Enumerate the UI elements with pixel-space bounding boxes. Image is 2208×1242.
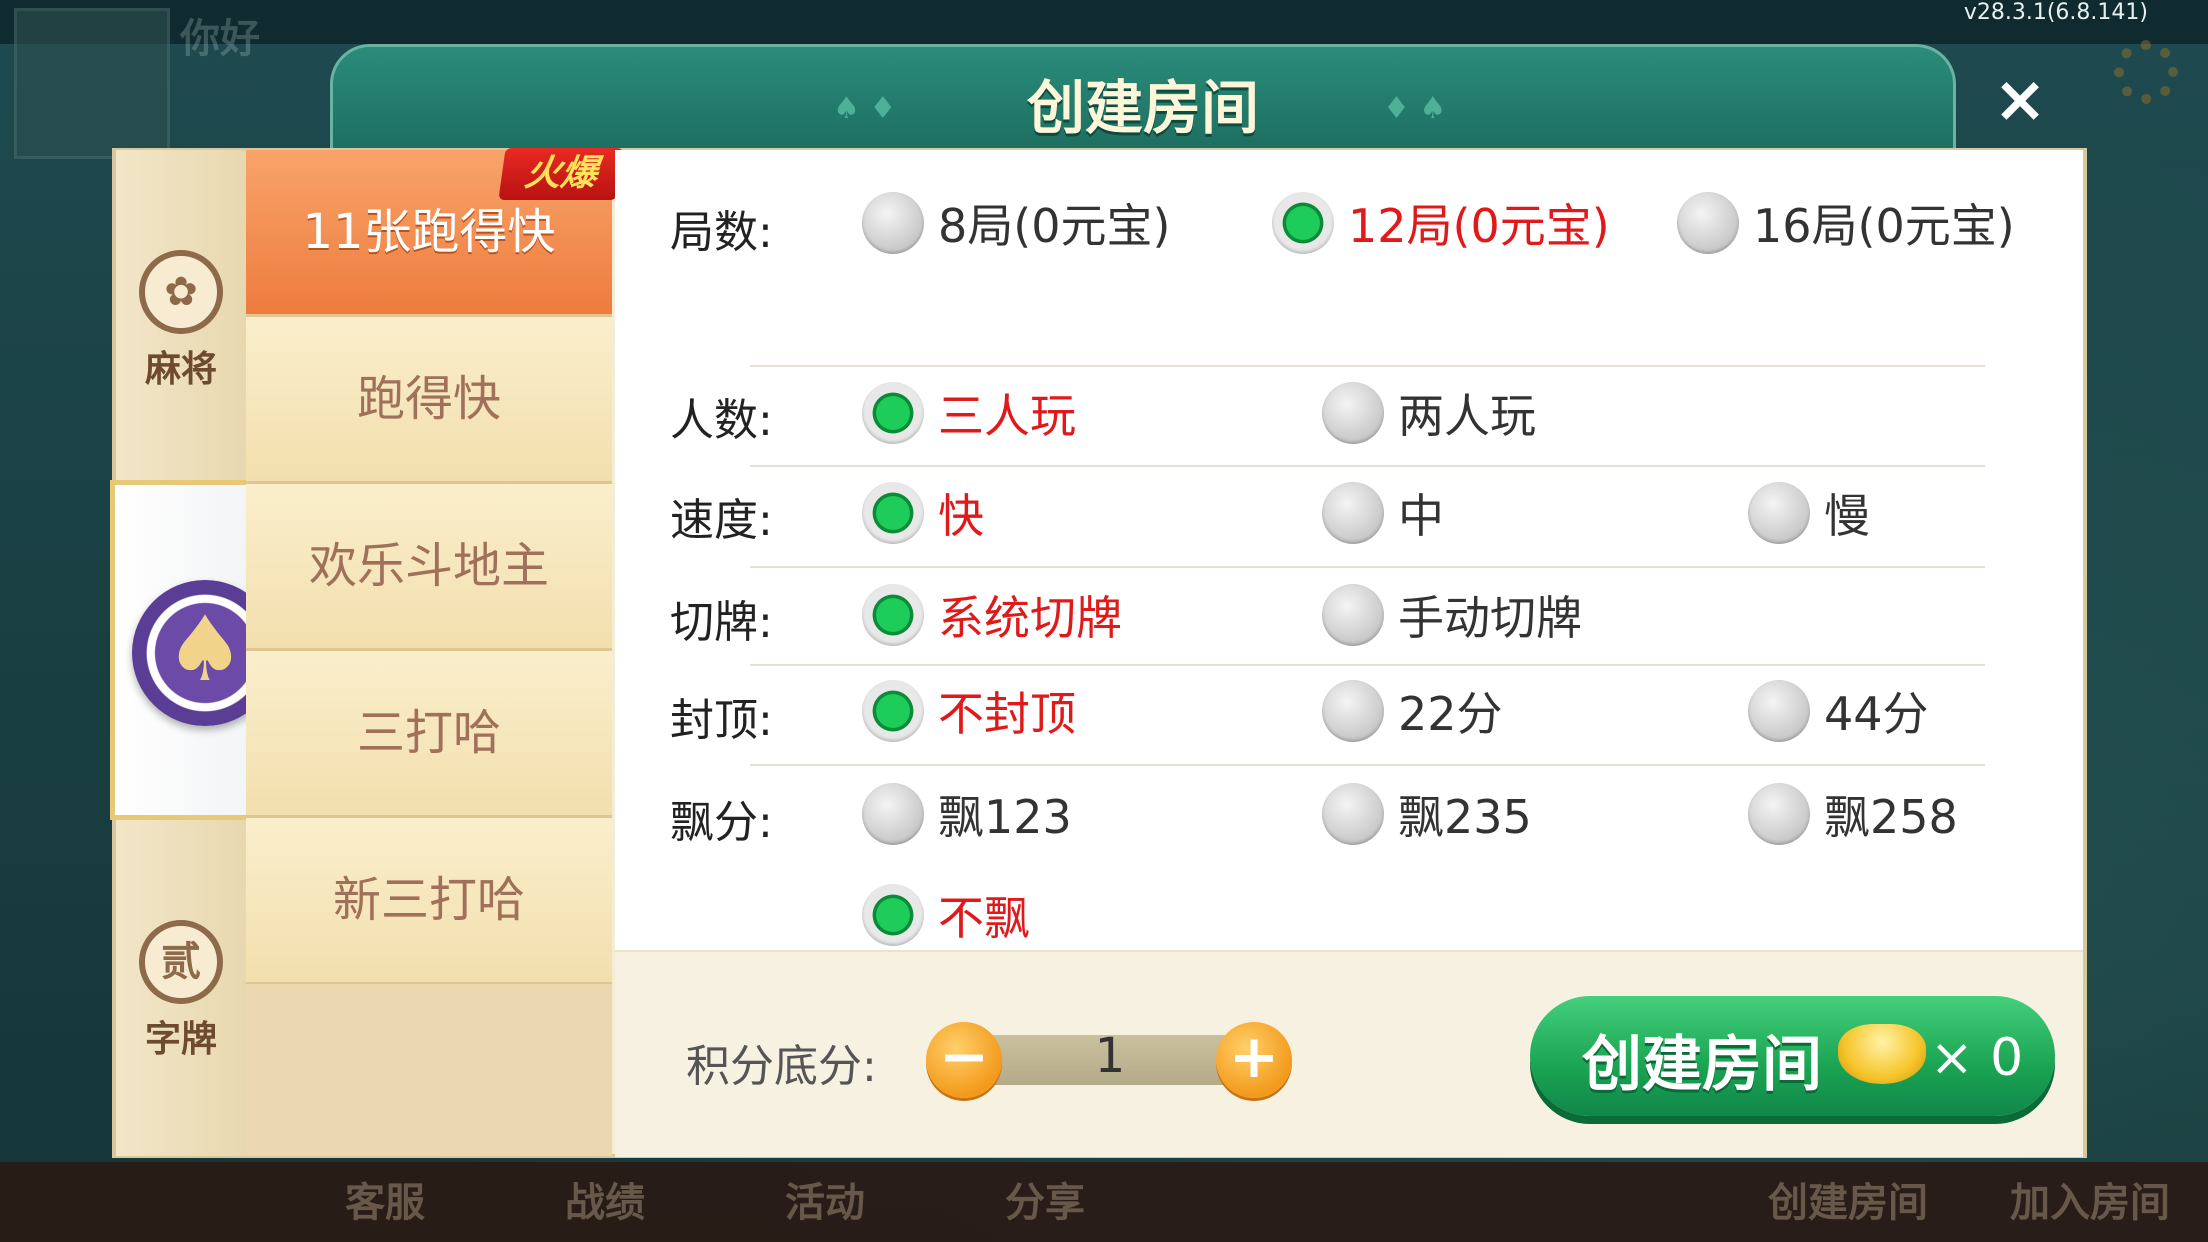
radio-icon xyxy=(1748,783,1810,845)
hot-badge: 火爆 xyxy=(498,148,624,200)
decrease-button[interactable]: − xyxy=(926,1022,1002,1098)
players-option-two[interactable]: 两人玩 xyxy=(1322,380,1536,446)
dialog-header: ♠ ♦ 创建房间 ♦ ♠ xyxy=(330,44,1956,151)
rounds-option-16[interactable]: 16局(0元宝) xyxy=(1677,190,2015,256)
avatar xyxy=(14,8,170,159)
radio-checked-icon xyxy=(862,482,924,544)
radio-icon xyxy=(1322,680,1384,742)
increase-button[interactable]: + xyxy=(1216,1022,1292,1098)
bottom-item-create-room: 创建房间 xyxy=(1768,1180,1928,1226)
speed-option-slow[interactable]: 慢 xyxy=(1748,480,1870,546)
float-label: 飘分: xyxy=(670,797,773,848)
category-label: 字牌 xyxy=(144,1019,217,1060)
version-label: v28.3.1(6.8.141) xyxy=(1963,0,2148,25)
category-mahjong[interactable]: ✿ 麻将 xyxy=(116,250,246,392)
cut-option-manual[interactable]: 手动切牌 xyxy=(1322,582,1582,648)
radio-checked-icon xyxy=(862,584,924,646)
radio-icon xyxy=(1322,584,1384,646)
float-option-none[interactable]: 不飘 xyxy=(862,882,1030,948)
zipai-icon: 贰 xyxy=(139,920,223,1004)
category-label: 麻将 xyxy=(144,349,217,390)
radio-checked-icon xyxy=(862,680,924,742)
bottom-item-join-room: 加入房间 xyxy=(2010,1180,2170,1226)
rounds-option-12[interactable]: 12局(0元宝) xyxy=(1272,190,1610,256)
cut-label: 切牌: xyxy=(670,597,773,648)
game-list-filler xyxy=(246,984,612,1156)
radio-checked-icon xyxy=(1272,192,1334,254)
divider xyxy=(750,365,1985,367)
greeting-text: 你好 xyxy=(180,16,260,62)
radio-icon xyxy=(1322,382,1384,444)
radio-icon xyxy=(1748,680,1810,742)
gear-icon xyxy=(2114,40,2178,104)
dialog-title: 创建房间 xyxy=(1026,74,1259,142)
radio-icon xyxy=(1677,192,1739,254)
mahjong-icon: ✿ xyxy=(139,250,223,334)
category-zipai[interactable]: 贰 字牌 xyxy=(116,920,246,1062)
radio-icon xyxy=(1748,482,1810,544)
speed-option-fast[interactable]: 快 xyxy=(862,480,984,546)
players-option-three[interactable]: 三人玩 xyxy=(862,380,1076,446)
divider xyxy=(750,664,1985,666)
speed-label: 速度: xyxy=(670,495,773,546)
spade-ornament-icon: ♦ ♠ xyxy=(1383,91,1447,126)
game-tab-sandaha[interactable]: 三打哈 xyxy=(246,651,612,818)
radio-checked-icon xyxy=(862,884,924,946)
radio-icon xyxy=(862,192,924,254)
game-tab-landlord[interactable]: 欢乐斗地主 xyxy=(246,484,612,651)
cap-option-none[interactable]: 不封顶 xyxy=(862,678,1076,744)
radio-checked-icon xyxy=(862,382,924,444)
radio-icon xyxy=(1322,482,1384,544)
players-label: 人数: xyxy=(670,395,773,446)
speed-option-medium[interactable]: 中 xyxy=(1322,480,1444,546)
float-option-258[interactable]: 飘258 xyxy=(1748,781,1958,847)
cap-option-22[interactable]: 22分 xyxy=(1322,678,1503,744)
close-button[interactable]: × xyxy=(1990,68,2050,132)
float-option-123[interactable]: 飘123 xyxy=(862,781,1072,847)
base-score-label: 积分底分: xyxy=(686,1041,877,1092)
radio-icon xyxy=(862,783,924,845)
cap-label: 封顶: xyxy=(670,695,773,746)
create-room-label: 创建房间 xyxy=(1582,1030,1822,1100)
float-option-235[interactable]: 飘235 xyxy=(1322,781,1532,847)
lobby-top-bar xyxy=(0,0,2208,44)
game-tab-runfast[interactable]: 跑得快 xyxy=(246,317,612,484)
game-tab-new-sandaha[interactable]: 新三打哈 xyxy=(246,818,612,985)
bottom-item-share: 分享 xyxy=(1005,1180,1085,1226)
bottom-item-record: 战绩 xyxy=(565,1180,645,1226)
divider xyxy=(750,465,1985,467)
room-cost: × 0 xyxy=(1930,1028,2024,1088)
gold-ingot-icon xyxy=(1838,1024,1926,1084)
rounds-label: 局数: xyxy=(670,207,773,258)
divider xyxy=(750,764,1985,766)
cap-option-44[interactable]: 44分 xyxy=(1748,678,1929,744)
rounds-option-8[interactable]: 8局(0元宝) xyxy=(862,190,1170,256)
bottom-item-service: 客服 xyxy=(345,1180,425,1226)
bottom-item-activity: 活动 xyxy=(785,1180,865,1226)
divider xyxy=(750,566,1985,568)
cut-option-system[interactable]: 系统切牌 xyxy=(862,582,1122,648)
radio-icon xyxy=(1322,783,1384,845)
